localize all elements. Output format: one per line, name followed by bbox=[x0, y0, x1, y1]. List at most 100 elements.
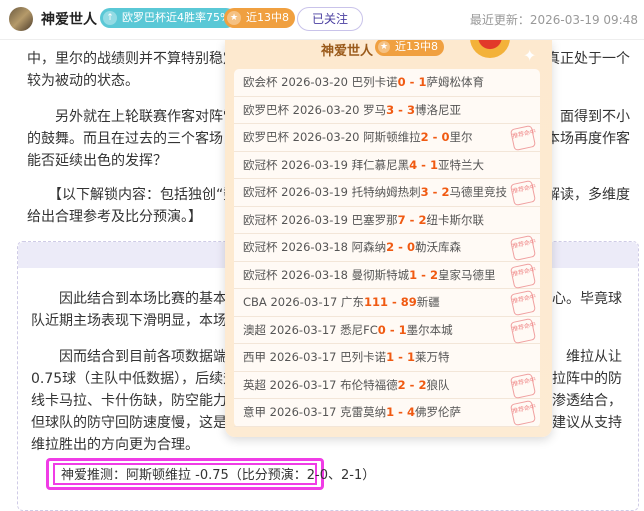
hit-stamp-icon: 推荐命中 bbox=[509, 262, 537, 289]
hit-stamp-icon: 推荐命中 bbox=[509, 289, 537, 317]
away-score: 1 bbox=[406, 350, 415, 364]
follow-button[interactable]: 已关注 bbox=[297, 7, 363, 31]
record-info: 欧冠杯 2026-03-18 阿森纳 bbox=[243, 240, 387, 254]
locked-line: 但球队的防守回防速度慢，这是一个 bbox=[31, 415, 255, 431]
article-line: 另外就在上轮联赛作客对阵雷恩 bbox=[27, 109, 251, 125]
record-info: 澳超 2026-03-17 悉尼FC bbox=[243, 322, 378, 337]
record-row[interactable]: 欧罗巴杯 2026-03-20 阿斯顿维拉2 - 0里尔 推荐命中 bbox=[234, 124, 540, 152]
article-line-end: 解读，多维度 bbox=[546, 187, 630, 203]
record-list: 欧会杯 2026-03-20 巴列卡诺0 - 1萨姆松体育 欧罗巴杯 2026-0… bbox=[234, 69, 540, 427]
prediction-text: 神爱推测：阿斯顿维拉 -0.75（比分预演：2-0、2-1） bbox=[53, 463, 375, 485]
hit-stamp-icon: 推荐命中 bbox=[509, 179, 537, 207]
hit-stamp-icon: 推荐命中 bbox=[509, 399, 537, 427]
home-score: 7 bbox=[397, 212, 406, 227]
away-team: 勒沃库森 bbox=[414, 240, 461, 254]
record-info: 英超 2026-03-17 布伦特福德 bbox=[243, 377, 398, 392]
locked-line: 队近期主场表现下滑明显，本场自然 bbox=[31, 313, 255, 329]
record-row[interactable]: 欧冠杯 2026-03-18 曼彻斯特城1 - 2皇家马德里 推荐命中 bbox=[234, 262, 540, 289]
record-row[interactable]: 欧冠杯 2026-03-18 阿森纳2 - 0勒沃库森 推荐命中 bbox=[234, 234, 540, 262]
record-row[interactable]: 欧罗巴杯 2026-03-20 罗马3 - 3博洛尼亚 bbox=[234, 97, 540, 124]
record-row[interactable]: 西甲 2026-03-17 巴列卡诺1 - 1莱万特 bbox=[234, 344, 540, 372]
away-score: 89 bbox=[400, 295, 417, 309]
record-info: 欧冠杯 2026-03-19 巴塞罗那 bbox=[243, 212, 398, 227]
trend-badge: ↑ 欧罗巴杯近4胜率75% bbox=[100, 8, 237, 28]
score-separator: - bbox=[405, 212, 419, 227]
record-info: CBA 2026-03-17 广东 bbox=[243, 295, 364, 309]
locked-line-end: 心。毕竟球 bbox=[552, 291, 622, 307]
away-score: 1 bbox=[429, 157, 438, 172]
home-score: 3 bbox=[386, 102, 395, 117]
record-info: 意甲 2026-03-17 克雷莫纳 bbox=[243, 405, 387, 419]
prediction-highlight: 神爱推测：阿斯顿维拉 -0.75（比分预演：2-0、2-1） bbox=[46, 458, 375, 490]
record-info: 欧冠杯 2026-03-19 拜仁慕尼黑 bbox=[243, 157, 410, 172]
article-line: 较为被动的状态。 bbox=[27, 73, 139, 89]
home-score: 0 bbox=[377, 322, 386, 337]
record-info: 欧冠杯 2026-03-19 托特纳姆热刺 bbox=[243, 185, 421, 199]
record-row[interactable]: 欧冠杯 2026-03-19 拜仁慕尼黑4 - 1亚特兰大 bbox=[234, 152, 540, 179]
hit-stamp-icon: 推荐命中 bbox=[509, 317, 537, 344]
home-score: 4 bbox=[409, 157, 418, 172]
home-score: 2 bbox=[397, 377, 406, 392]
home-score: 1 bbox=[386, 405, 395, 419]
away-team: 萨姆松体育 bbox=[426, 75, 484, 89]
star-icon: ★ bbox=[227, 11, 241, 25]
article-line: 【以下解锁内容：包括独创“数 bbox=[27, 187, 238, 203]
home-score: 2 bbox=[420, 130, 429, 144]
arrow-up-icon: ↑ bbox=[103, 11, 117, 25]
score-separator: - bbox=[405, 75, 419, 89]
record-row[interactable]: CBA 2026-03-17 广东111 - 89新疆 推荐命中 bbox=[234, 289, 540, 317]
record-info: 欧冠杯 2026-03-18 曼彻斯特城 bbox=[243, 267, 410, 282]
away-team: 新疆 bbox=[416, 295, 440, 309]
away-team: 佛罗伦萨 bbox=[414, 405, 461, 419]
score-separator: - bbox=[385, 322, 399, 337]
hit-stamp-icon: 推荐命中 bbox=[509, 124, 537, 152]
record-row[interactable]: 意甲 2026-03-17 克雷莫纳1 - 4佛罗伦萨 推荐命中 bbox=[234, 399, 540, 427]
home-score: 3 bbox=[420, 185, 429, 199]
popup-record-badge: ★ 近13中8 bbox=[375, 38, 444, 56]
article-line-end: 真正处于一个 bbox=[546, 51, 630, 67]
locked-line: 因此结合到本场比赛的基本面分 bbox=[31, 291, 255, 307]
record-row[interactable]: 欧冠杯 2026-03-19 巴塞罗那7 - 2纽卡斯尔联 bbox=[234, 207, 540, 234]
locked-line: 维拉胜出的方向更为合理。 bbox=[31, 437, 199, 453]
article-line: 中，里尔的战绩则并不算特别稳定， bbox=[27, 51, 251, 67]
score-separator: - bbox=[394, 350, 407, 364]
score-separator: - bbox=[417, 157, 430, 172]
update-time: 最近更新：2026-03-19 09:48 bbox=[469, 13, 638, 27]
score-separator: - bbox=[405, 377, 419, 392]
author-name[interactable]: 神爱世人 bbox=[41, 9, 97, 29]
score-separator: - bbox=[394, 405, 407, 419]
popup-title: 神爱世人 bbox=[321, 44, 374, 59]
record-row[interactable]: 澳超 2026-03-17 悉尼FC0 - 1墨尔本城 推荐命中 bbox=[234, 317, 540, 344]
article-line: 的鼓舞。而且在过去的三个客场，里 bbox=[27, 131, 251, 147]
record-info: 欧会杯 2026-03-20 巴列卡诺 bbox=[243, 75, 398, 89]
away-team: 狼队 bbox=[426, 377, 450, 392]
hit-stamp-icon: 推荐命中 bbox=[509, 372, 537, 399]
away-score: 2 bbox=[429, 267, 438, 282]
away-score: 4 bbox=[406, 405, 415, 419]
away-score: 3 bbox=[406, 102, 415, 117]
author-header: 神爱世人 ↑ 欧罗巴杯近4胜率75% ★ 近13中8 已关注 最近更新：2026-0… bbox=[0, 0, 644, 40]
sparkle-icon: ✦ bbox=[523, 46, 537, 65]
article-line-end: 本场再度作客 bbox=[546, 131, 630, 147]
score-separator: - bbox=[394, 102, 407, 117]
record-row[interactable]: 英超 2026-03-17 布伦特福德2 - 2狼队 推荐命中 bbox=[234, 372, 540, 399]
locked-line-end: 拉阵中的防 bbox=[552, 371, 622, 387]
locked-line: 因而结合到目前各项数据端的表 bbox=[31, 349, 255, 365]
away-team: 博洛尼亚 bbox=[414, 102, 461, 117]
home-score: 2 bbox=[386, 240, 395, 254]
record-row[interactable]: 欧冠杯 2026-03-19 托特纳姆热刺3 - 2马德里竞技 推荐命中 bbox=[234, 179, 540, 207]
record-info: 欧罗巴杯 2026-03-20 阿斯顿维拉 bbox=[243, 130, 421, 144]
score-separator: - bbox=[417, 267, 430, 282]
away-team: 墨尔本城 bbox=[406, 322, 453, 337]
record-badge[interactable]: ★ 近13中8 bbox=[224, 8, 295, 28]
avatar[interactable] bbox=[9, 7, 33, 31]
locked-line: 线卡马拉、卡什伤缺，防空能力存在 bbox=[31, 393, 255, 409]
locked-line-end: 维拉从让 bbox=[566, 349, 622, 365]
away-team: 马德里竞技 bbox=[449, 185, 507, 199]
score-separator: - bbox=[428, 185, 442, 199]
article-line: 给出合理参考及比分预演。】 bbox=[27, 209, 202, 225]
article-line-end: 面得到不小 bbox=[560, 109, 630, 125]
article-line: 能否延续出色的发挥？ bbox=[27, 153, 167, 169]
score-separator: - bbox=[394, 240, 407, 254]
record-row[interactable]: 欧会杯 2026-03-20 巴列卡诺0 - 1萨姆松体育 bbox=[234, 69, 540, 97]
